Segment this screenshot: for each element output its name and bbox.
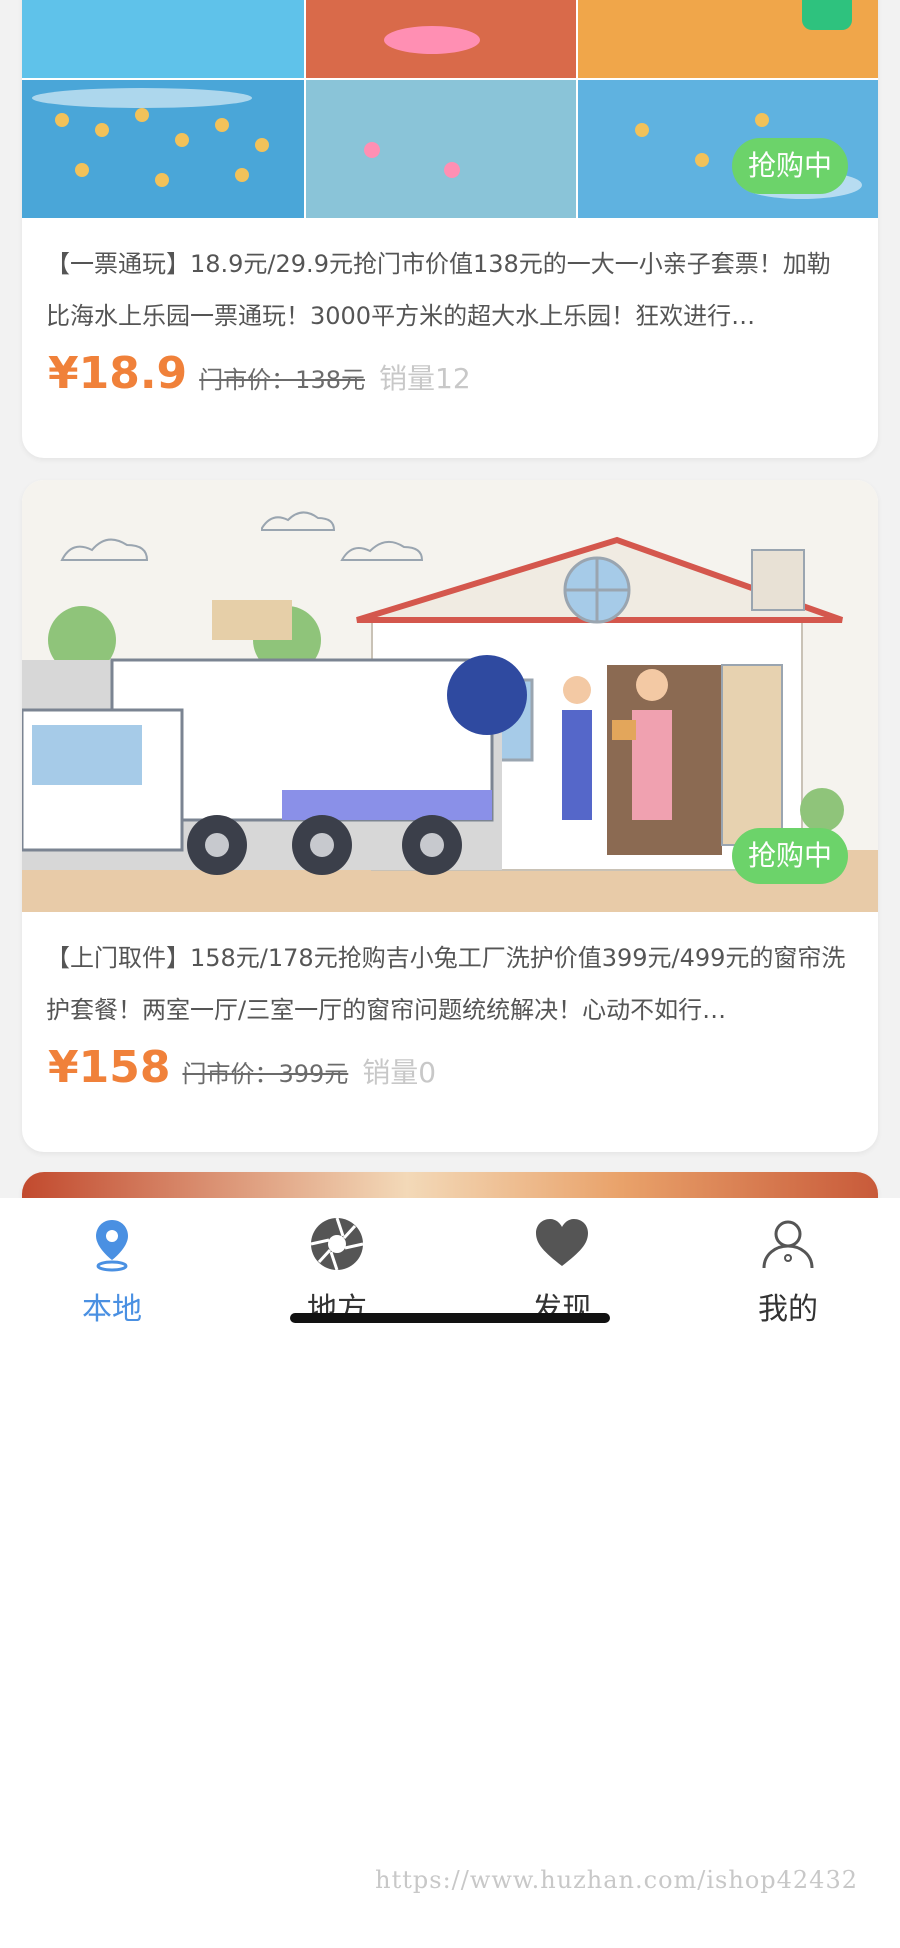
listing-image-food[interactable]	[22, 1172, 878, 1198]
tab-mine[interactable]: 我的	[728, 1214, 848, 1327]
tab-place[interactable]: 地方	[277, 1214, 397, 1327]
listing-description[interactable]: 【一票通玩】18.9元/29.9元抢门市价值138元的一大一小亲子套票！加勒比海…	[46, 238, 854, 342]
listing-card-curtain-cleaning[interactable]: 抢购中 【上门取件】158元/178元抢购吉小兔工厂洗护价值399元/499元的…	[22, 480, 878, 1152]
status-badge: 抢购中	[732, 138, 848, 194]
heart-icon	[536, 1219, 588, 1266]
tab-label: 我的	[758, 1292, 818, 1327]
aperture-icon	[310, 1217, 364, 1271]
current-price: ¥18.9	[48, 348, 188, 399]
home-indicator[interactable]	[290, 1313, 610, 1323]
sales-count: 销量0	[362, 1056, 437, 1089]
tab-discover[interactable]: 发现	[502, 1214, 622, 1327]
location-pin-icon	[96, 1220, 128, 1272]
bottom-tab-bar: 本地 地方 发现 我的	[0, 1198, 900, 1328]
original-price: 门市价：399元	[182, 1060, 349, 1088]
listing-card-partial[interactable]	[22, 1172, 878, 1198]
tab-label: 本地	[82, 1292, 142, 1327]
status-badge: 抢购中	[732, 828, 848, 884]
listing-card-waterpark[interactable]: 抢购中 【一票通玩】18.9元/29.9元抢门市价值138元的一大一小亲子套票！…	[22, 0, 878, 458]
user-icon	[762, 1220, 814, 1269]
price-row: ¥158 门市价：399元 销量0	[48, 1042, 436, 1093]
original-price: 门市价：138元	[199, 366, 365, 394]
listing-feed[interactable]: 抢购中 【一票通玩】18.9元/29.9元抢门市价值138元的一大一小亲子套票！…	[0, 0, 900, 1198]
listing-description[interactable]: 【上门取件】158元/178元抢购吉小兔工厂洗护价值399元/499元的窗帘洗护…	[46, 932, 854, 1036]
tab-local[interactable]: 本地	[52, 1214, 172, 1327]
watermark: https://www.huzhan.com/ishop42432	[375, 1866, 858, 1894]
current-price: ¥158	[48, 1042, 171, 1093]
sales-count: 销量12	[379, 362, 471, 395]
price-row: ¥18.9 门市价：138元 销量12	[48, 348, 471, 399]
